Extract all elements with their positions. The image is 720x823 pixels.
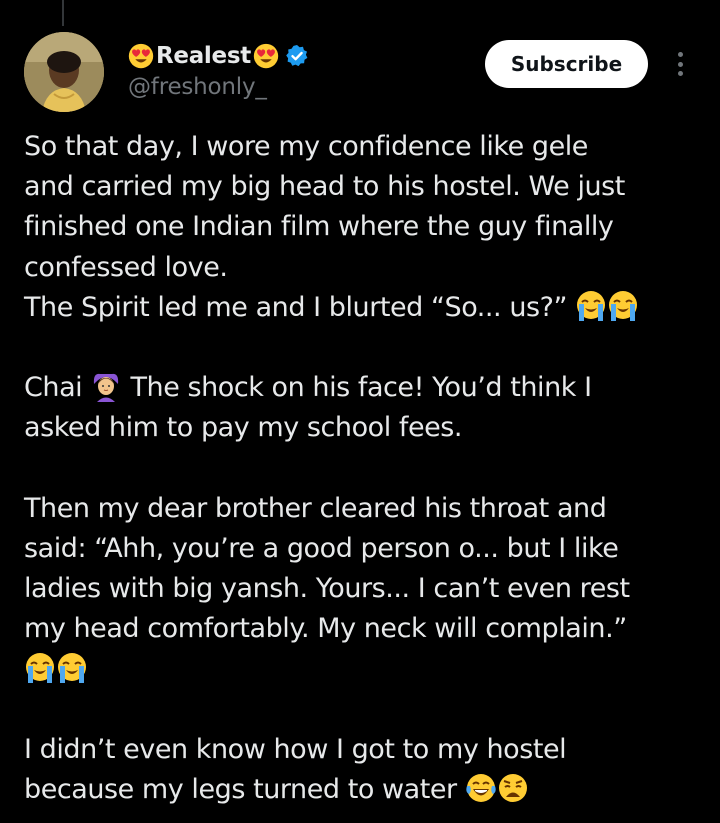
- tweet-line: ladies with big yansh. Yours... I can’t …: [24, 573, 630, 605]
- tweet-line: The Spirit led me and I blurted “So... u…: [24, 291, 568, 323]
- tweet-line: I didn’t even know how I got to my hoste…: [24, 734, 567, 765]
- display-name-row[interactable]: Realest: [128, 38, 309, 74]
- weary-face-emoji-icon: [497, 772, 529, 804]
- verified-badge-icon: [286, 45, 308, 67]
- more-dot: [677, 52, 683, 57]
- tweet-line: asked him to pay my school fees.: [24, 412, 463, 444]
- tweet-line: confessed love.: [24, 251, 228, 283]
- tweet-line: finished one Indian film where the guy f…: [24, 211, 614, 243]
- more-dot: [677, 71, 683, 76]
- subscribe-button[interactable]: Subscribe: [485, 40, 648, 88]
- thread-connector-line: [62, 0, 64, 26]
- tweet-line: Chai: [24, 372, 83, 404]
- tweet-line: and carried my big head to his hostel. W…: [24, 171, 625, 203]
- avatar[interactable]: [24, 32, 104, 112]
- user-handle[interactable]: @freshonly_: [128, 74, 309, 100]
- display-name[interactable]: Realest: [156, 43, 251, 69]
- heart-eyes-emoji-icon: [128, 43, 154, 69]
- more-vertical-icon[interactable]: [668, 48, 692, 80]
- tweet-line: because my legs turned to water: [24, 774, 457, 806]
- tweet-line-with-emoji: The Spirit led me and I blurted “So... u…: [24, 288, 704, 328]
- loudly-crying-emoji-icon: [56, 652, 88, 684]
- tweet-line: my head comfortably. My neck will compla…: [24, 613, 627, 645]
- heart-eyes-emoji-icon: [253, 43, 279, 69]
- avatar-image: [24, 32, 104, 112]
- tweet-line-with-emoji: Chai The shock on his face! You’d think …: [24, 368, 704, 408]
- tweet-text: So that day, I wore my confidence like g…: [24, 127, 704, 810]
- tears-of-joy-emoji-icon: [465, 772, 497, 804]
- emoji-line: [24, 650, 704, 690]
- more-dot: [677, 61, 683, 67]
- author-block: Realest @freshonly_: [128, 38, 309, 100]
- woman-gesturing-ok-emoji-icon: [90, 370, 122, 402]
- tweet-line-with-emoji: because my legs turned to water: [24, 770, 704, 810]
- loudly-crying-emoji-icon: [607, 290, 639, 322]
- tweet-line: The shock on his face! You’d think I: [130, 372, 593, 404]
- tweet-line: So that day, I wore my confidence like g…: [24, 131, 588, 162]
- loudly-crying-emoji-icon: [24, 652, 56, 684]
- tweet-line: said: “Ahh, you’re a good person o... bu…: [24, 533, 619, 564]
- tweet-line: Then my dear brother cleared his throat …: [24, 492, 607, 524]
- loudly-crying-emoji-icon: [575, 290, 607, 322]
